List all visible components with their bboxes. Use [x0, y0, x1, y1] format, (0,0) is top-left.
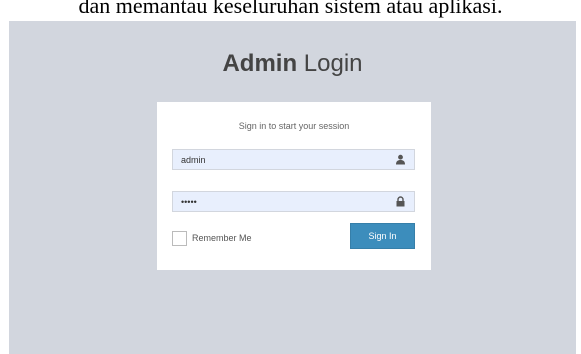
login-logo: Admin Login: [9, 49, 576, 79]
login-box-message: Sign in to start your session: [238, 121, 350, 131]
remember-me-checkbox[interactable]: [172, 230, 187, 246]
login-page: Admin Login Sign in to start your sessio…: [9, 21, 576, 354]
user-icon: [396, 154, 405, 165]
username-input[interactable]: [173, 150, 391, 169]
remember-me[interactable]: Remember Me: [172, 229, 252, 247]
logo-bold: Admin: [222, 50, 298, 77]
sign-in-button[interactable]: Sign In: [350, 223, 415, 249]
password-field[interactable]: [172, 191, 415, 212]
logo-light: Login: [303, 50, 363, 77]
document-caption: dan memantau keseluruhan sistem atau apl…: [78, 0, 503, 18]
username-field[interactable]: [172, 149, 415, 170]
remember-me-label[interactable]: Remember Me: [192, 233, 252, 243]
lock-icon: [396, 196, 405, 207]
login-box: Sign in to start your session Remember M…: [157, 102, 431, 270]
password-input[interactable]: [173, 192, 391, 211]
